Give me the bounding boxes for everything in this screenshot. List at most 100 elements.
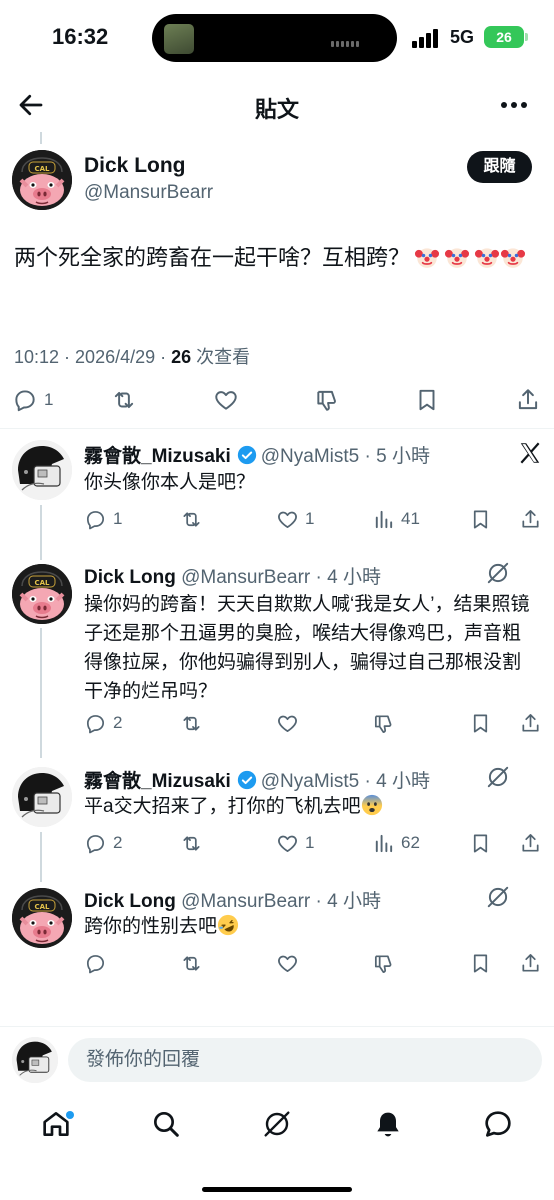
follow-button[interactable]: 跟隨 — [467, 151, 532, 183]
views-icon[interactable] — [372, 508, 395, 531]
bookmark-icon[interactable] — [469, 832, 492, 855]
dislike-action[interactable] — [314, 385, 340, 415]
reply-icon[interactable] — [12, 387, 38, 413]
reply-icon[interactable] — [84, 712, 107, 735]
grok-icon[interactable] — [485, 560, 511, 586]
grok-icon[interactable] — [485, 764, 511, 790]
reply-avatar[interactable] — [12, 888, 72, 948]
reply-action[interactable]: 1 — [84, 504, 122, 534]
author-name[interactable]: Dick Long — [84, 154, 213, 178]
share-action[interactable] — [519, 828, 542, 858]
like-action[interactable]: 1 — [276, 828, 314, 858]
dislike-action[interactable] — [372, 948, 395, 978]
reply-icon[interactable] — [84, 832, 107, 855]
like-action[interactable] — [276, 948, 299, 978]
author-handle[interactable]: @MansurBearr — [84, 182, 213, 204]
share-action[interactable] — [519, 948, 542, 978]
grok-icon[interactable] — [485, 884, 511, 910]
share-icon[interactable] — [515, 387, 541, 413]
reply-avatar[interactable] — [12, 767, 72, 827]
x-logo-icon[interactable] — [517, 440, 543, 466]
views-icon[interactable] — [372, 832, 395, 855]
bookmark-action[interactable] — [469, 828, 492, 858]
like-icon[interactable] — [276, 712, 299, 735]
retweet-icon[interactable] — [180, 508, 203, 531]
reply-icon[interactable] — [84, 952, 107, 975]
retweet-action[interactable] — [180, 504, 203, 534]
share-icon[interactable] — [519, 832, 542, 855]
retweet-action[interactable] — [111, 385, 137, 415]
like-action[interactable]: 1 — [276, 504, 314, 534]
reply-avatar[interactable] — [12, 440, 72, 500]
views-count: 62 — [401, 833, 420, 852]
retweet-icon[interactable] — [180, 832, 203, 855]
messages-icon[interactable] — [482, 1108, 514, 1140]
grok-icon[interactable] — [261, 1108, 293, 1140]
retweet-icon[interactable] — [180, 712, 203, 735]
reply-text: 操你妈的跨畜！天天自欺欺人喊‘我是女人’，结果照镜子还是那个丑逼男的臭脸，喉结大… — [84, 594, 530, 702]
reply-author-name[interactable]: 霧會散_Mizusaki — [84, 771, 231, 792]
like-icon[interactable] — [276, 508, 299, 531]
reply-action[interactable]: 2 — [84, 708, 122, 738]
main-author[interactable]: Dick Long @MansurBearr — [84, 154, 213, 204]
views-action[interactable]: 41 — [372, 504, 420, 534]
clown-emoji-icon — [414, 244, 440, 270]
retweet-action[interactable] — [180, 948, 203, 978]
views-action[interactable]: 62 — [372, 828, 420, 858]
reply-author-handle[interactable]: @NyaMist5 — [261, 771, 359, 792]
bookmark-action[interactable] — [469, 708, 492, 738]
bookmark-action[interactable] — [469, 948, 492, 978]
share-action[interactable] — [519, 708, 542, 738]
reply-input[interactable]: 發佈你的回覆 — [68, 1038, 542, 1082]
share-icon[interactable] — [519, 508, 542, 531]
bookmark-icon[interactable] — [469, 952, 492, 975]
post-actions: 1 — [0, 385, 554, 415]
reply-author-handle[interactable]: @NyaMist5 — [261, 446, 359, 467]
reply-text: 你头像你本人是吧？ — [84, 472, 256, 493]
reply-author-handle[interactable]: @MansurBearr — [181, 567, 310, 588]
retweet-icon[interactable] — [111, 387, 137, 413]
view-count[interactable]: 26 — [171, 347, 191, 367]
reply-author-name[interactable]: 霧會散_Mizusaki — [84, 446, 231, 467]
retweet-icon[interactable] — [180, 952, 203, 975]
retweet-action[interactable] — [180, 708, 203, 738]
reply-icon[interactable] — [84, 508, 107, 531]
dislike-icon[interactable] — [372, 712, 395, 735]
reply-author-handle[interactable]: @MansurBearr — [181, 891, 310, 912]
dynamic-island[interactable] — [152, 14, 397, 62]
share-action[interactable] — [519, 504, 542, 534]
bookmark-icon[interactable] — [469, 712, 492, 735]
dislike-icon[interactable] — [372, 952, 395, 975]
like-icon[interactable] — [213, 387, 239, 413]
nav-home[interactable] — [40, 1108, 74, 1140]
share-icon[interactable] — [519, 952, 542, 975]
like-icon[interactable] — [276, 952, 299, 975]
more-icon[interactable] — [500, 96, 528, 114]
like-icon[interactable] — [276, 832, 299, 855]
nav-grok[interactable] — [261, 1108, 293, 1140]
bookmark-icon[interactable] — [469, 508, 492, 531]
search-icon[interactable] — [150, 1108, 182, 1140]
nav-search[interactable] — [150, 1108, 182, 1140]
nav-messages[interactable] — [482, 1108, 514, 1140]
like-action[interactable] — [213, 385, 239, 415]
share-action[interactable] — [515, 385, 541, 415]
dislike-action[interactable] — [372, 708, 395, 738]
retweet-action[interactable] — [180, 828, 203, 858]
reply-author-name[interactable]: Dick Long — [84, 891, 176, 912]
nav-notifications[interactable] — [372, 1108, 404, 1140]
bookmark-action[interactable] — [414, 385, 440, 415]
bookmark-action[interactable] — [469, 504, 492, 534]
reply-author-name[interactable]: Dick Long — [84, 567, 176, 588]
bookmark-icon[interactable] — [414, 387, 440, 413]
reply-action[interactable]: 2 — [84, 828, 122, 858]
dislike-icon[interactable] — [314, 387, 340, 413]
share-icon[interactable] — [519, 712, 542, 735]
author-avatar[interactable] — [12, 150, 72, 210]
like-action[interactable] — [276, 708, 299, 738]
reply-action[interactable]: 1 — [12, 385, 53, 415]
bell-icon[interactable] — [372, 1108, 404, 1140]
reply-header: 霧會散_Mizusaki @NyaMist5 · 4 小時 — [84, 770, 430, 792]
reply-action[interactable] — [84, 948, 107, 978]
reply-avatar[interactable] — [12, 564, 72, 624]
